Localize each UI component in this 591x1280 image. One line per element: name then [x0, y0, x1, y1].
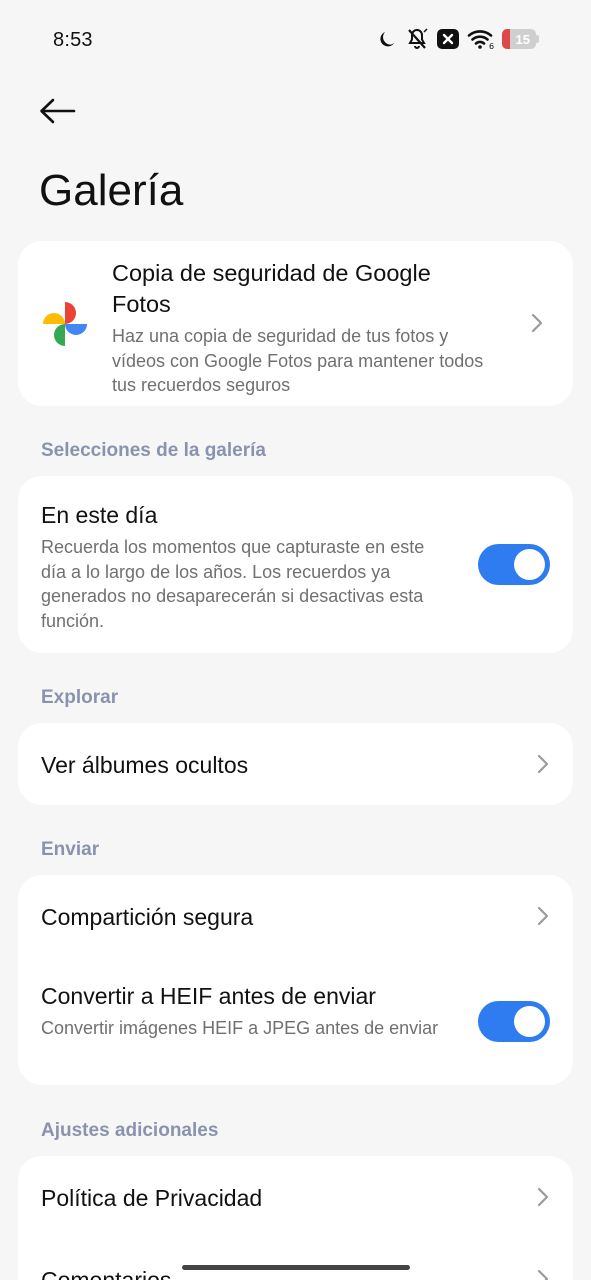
heif-subtitle: Convertir imágenes HEIF a JPEG antes de …: [41, 1018, 439, 1038]
privacy-policy-item[interactable]: Política de Privacidad: [18, 1156, 573, 1238]
wifi-sub-label: 6: [489, 42, 494, 50]
secure-share-title: Compartición segura: [41, 904, 254, 930]
chevron-right-icon: [531, 313, 543, 333]
on-this-day-title: En este día: [41, 502, 158, 528]
back-button[interactable]: [38, 94, 80, 128]
home-indicator[interactable]: [182, 1265, 410, 1270]
status-time: 8:53: [53, 29, 93, 51]
feedback-item[interactable]: Comentarios: [18, 1238, 573, 1280]
bell-off-icon: [408, 28, 428, 49]
google-backup-subtitle: Haz una copia de seguridad de tus fotos …: [112, 326, 484, 395]
privacy-policy-title: Política de Privacidad: [41, 1185, 263, 1211]
heif-toggle[interactable]: [478, 1001, 550, 1042]
status-bar: 8:53 6 15: [0, 0, 591, 80]
on-this-day-toggle[interactable]: [478, 544, 550, 585]
additional-card: Política de Privacidad Comentarios: [18, 1156, 573, 1280]
moon-icon: [380, 32, 395, 47]
section-label-explore: Explorar: [41, 687, 119, 708]
section-label-additional: Ajustes adicionales: [41, 1120, 219, 1141]
google-backup-title: Copia de seguridad de Google Fotos: [112, 260, 431, 317]
chevron-right-icon: [537, 754, 549, 774]
arrow-left-icon: [40, 98, 76, 124]
chevron-right-icon: [537, 1187, 549, 1207]
wifi-icon: 6: [467, 30, 494, 50]
section-label-send: Enviar: [41, 839, 100, 860]
send-card: Compartición segura Convertir a HEIF ant…: [18, 875, 573, 1085]
heif-title: Convertir a HEIF antes de enviar: [41, 983, 376, 1009]
section-label-gallery: Selecciones de la galería: [41, 440, 266, 461]
secure-share-item[interactable]: Compartición segura: [18, 875, 573, 957]
on-this-day-card: En este día Recuerda los momentos que ca…: [18, 476, 573, 653]
on-this-day-subtitle: Recuerda los momentos que capturaste en …: [41, 537, 425, 631]
battery-level: 15: [515, 31, 530, 47]
heif-item: Convertir a HEIF antes de enviar Convert…: [41, 983, 451, 1041]
chevron-right-icon: [537, 906, 549, 926]
page-title: Galería: [39, 166, 184, 215]
hidden-albums-title: Ver álbumes ocultos: [41, 752, 249, 778]
chevron-right-icon: [537, 1269, 549, 1280]
status-icons: 6 15: [378, 27, 539, 51]
battery-icon: 15: [502, 29, 539, 49]
hidden-albums-item[interactable]: Ver álbumes ocultos: [18, 723, 573, 805]
google-photos-icon: [43, 302, 87, 346]
feedback-title: Comentarios: [41, 1267, 172, 1280]
google-backup-card[interactable]: Copia de seguridad de Google Fotos Haz u…: [18, 241, 573, 406]
notification-x-icon: [437, 29, 459, 49]
